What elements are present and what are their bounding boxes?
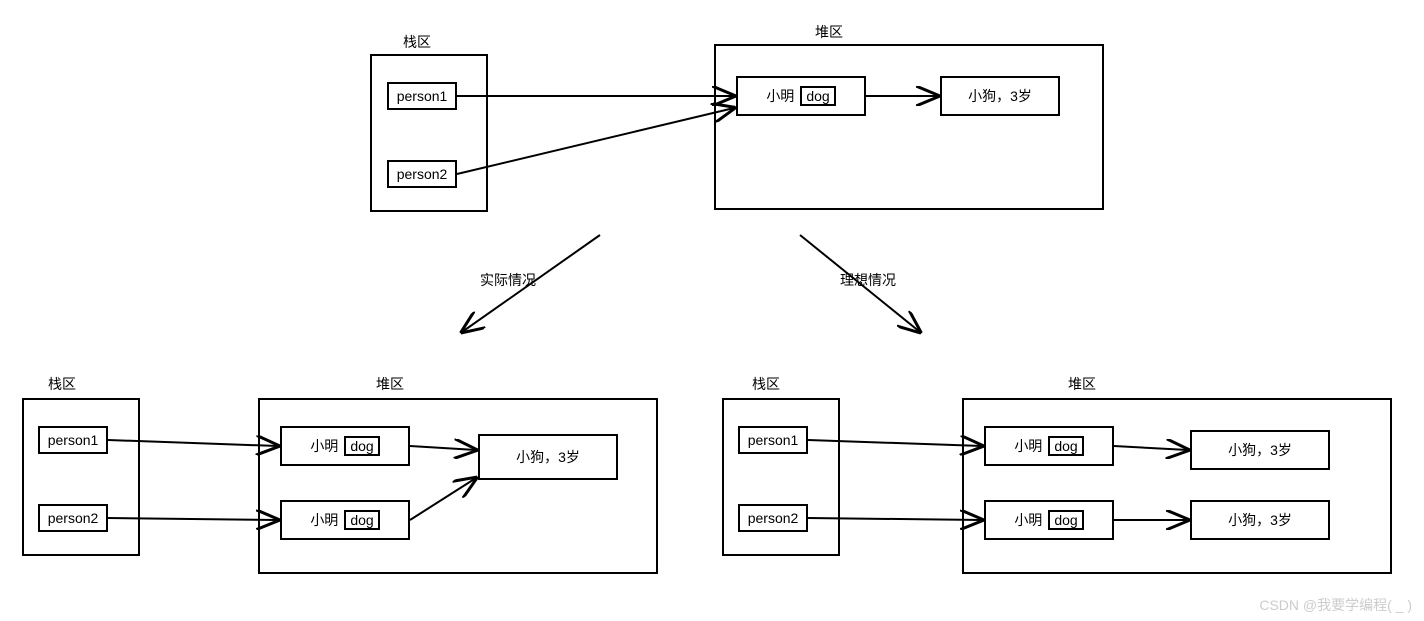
doginfo-br2: 小狗，3岁	[1190, 500, 1330, 540]
person1-box-bl: person1	[38, 426, 108, 454]
obj-xiaoming-bl2: 小明 dog	[280, 500, 410, 540]
person1-br-text: person1	[748, 432, 799, 448]
doginfo-br1-text: 小狗，3岁	[1228, 440, 1292, 460]
stack-box-bl	[22, 398, 140, 556]
dog-inner-bl2: dog	[344, 510, 379, 530]
xiaoming-br1-text: 小明	[1014, 436, 1042, 456]
person2-box-bl: person2	[38, 504, 108, 532]
doginfo-bl: 小狗，3岁	[478, 434, 618, 480]
heap-box-bl	[258, 398, 658, 574]
obj-xiaoming-br1: 小明 dog	[984, 426, 1114, 466]
label-heap-bl: 堆区	[376, 374, 404, 394]
stack-box-top	[370, 54, 488, 212]
doginfo-top: 小狗，3岁	[940, 76, 1060, 116]
person1-text: person1	[397, 88, 448, 104]
person2-bl-text: person2	[48, 510, 99, 526]
label-stack-br: 栈区	[752, 374, 780, 394]
label-stack-top: 栈区	[403, 32, 431, 52]
doginfo-bl-text: 小狗，3岁	[516, 447, 580, 467]
label-actual: 实际情况	[480, 270, 536, 290]
heap-box-br	[962, 398, 1392, 574]
person2-box-br: person2	[738, 504, 808, 532]
xiaoming-text: 小明	[766, 86, 794, 106]
person2-text: person2	[397, 166, 448, 182]
label-heap-top: 堆区	[815, 22, 843, 42]
stack-box-br	[722, 398, 840, 556]
label-ideal: 理想情况	[840, 270, 896, 290]
person1-box-br: person1	[738, 426, 808, 454]
watermark: CSDN @我要学编程( _ )	[1259, 595, 1412, 615]
obj-xiaoming-top: 小明 dog	[736, 76, 866, 116]
xiaoming-bl1-text: 小明	[310, 436, 338, 456]
person1-box-top: person1	[387, 82, 457, 110]
doginfo-text: 小狗，3岁	[968, 86, 1032, 106]
doginfo-br1: 小狗，3岁	[1190, 430, 1330, 470]
obj-xiaoming-br2: 小明 dog	[984, 500, 1114, 540]
person2-box-top: person2	[387, 160, 457, 188]
dog-inner-bl1: dog	[344, 436, 379, 456]
obj-xiaoming-bl1: 小明 dog	[280, 426, 410, 466]
dog-inner-top: dog	[800, 86, 835, 106]
label-heap-br: 堆区	[1068, 374, 1096, 394]
person1-bl-text: person1	[48, 432, 99, 448]
dog-inner-br1: dog	[1048, 436, 1083, 456]
dog-inner-br2: dog	[1048, 510, 1083, 530]
doginfo-br2-text: 小狗，3岁	[1228, 510, 1292, 530]
label-stack-bl: 栈区	[48, 374, 76, 394]
xiaoming-br2-text: 小明	[1014, 510, 1042, 530]
xiaoming-bl2-text: 小明	[310, 510, 338, 530]
person2-br-text: person2	[748, 510, 799, 526]
heap-box-top	[714, 44, 1104, 210]
